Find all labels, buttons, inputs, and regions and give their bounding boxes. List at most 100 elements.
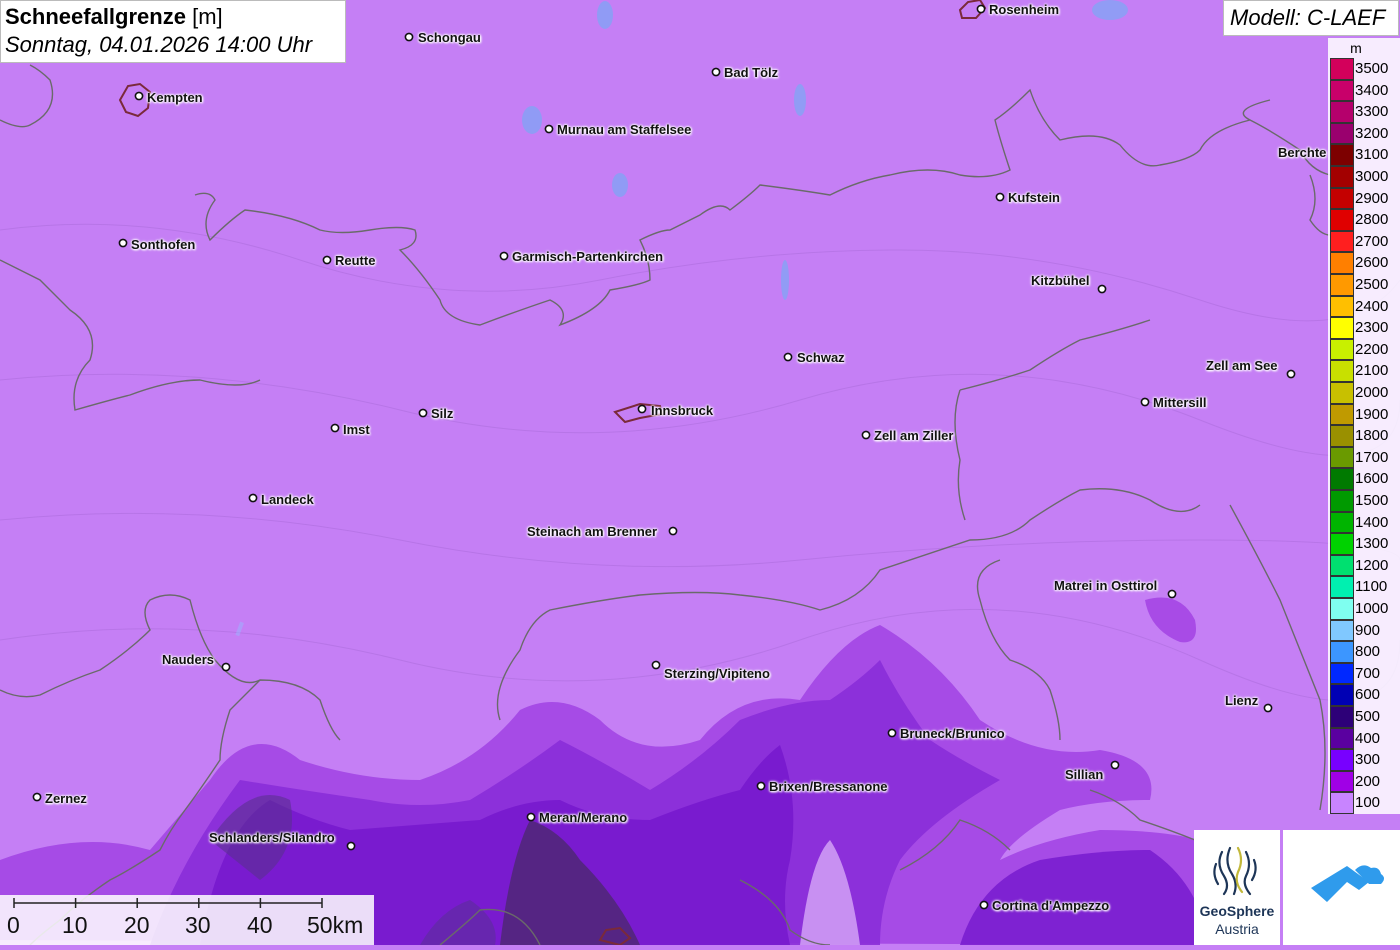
city-label-sillian: Sillian [1065, 767, 1104, 782]
city-label-sterzing-vipiteno: Sterzing/Vipiteno [664, 666, 770, 681]
city-marker-steinach-am-brenner[interactable] [668, 526, 678, 536]
city-marker-murnau-am-staffelsee[interactable] [544, 124, 554, 134]
legend-swatch-1700 [1330, 446, 1354, 469]
city-marker-zell-am-ziller[interactable] [861, 430, 871, 440]
city-marker-landeck[interactable] [248, 493, 258, 503]
legend-label-400: 400 [1355, 729, 1381, 747]
legend-label-3000: 3000 [1355, 168, 1389, 185]
cloud-arrow-logo-icon [1311, 865, 1384, 902]
legend-unit: m [1350, 40, 1362, 56]
scale-label-50km: 50km [307, 912, 364, 938]
city-label-zell-am-see: Zell am See [1206, 358, 1278, 373]
city-marker-lienz[interactable] [1263, 703, 1273, 713]
city-marker-schongau[interactable] [404, 32, 414, 42]
city-label-imst: Imst [343, 422, 370, 437]
legend-label-2300: 2300 [1355, 319, 1389, 337]
city-label-kitzb-hel: Kitzbühel [1031, 273, 1090, 288]
legend-label-3200: 3200 [1355, 124, 1389, 142]
city-label-innsbruck: Innsbruck [651, 403, 714, 418]
legend-swatch-2700 [1330, 230, 1354, 253]
legend-swatch-2300 [1330, 317, 1354, 339]
city-marker-kufstein[interactable] [995, 192, 1005, 202]
city-label-bruneck-brunico: Bruneck/Brunico [900, 726, 1005, 741]
legend-swatch-400 [1330, 727, 1354, 750]
legend-label-2700: 2700 [1355, 232, 1389, 250]
legend-swatch-2400 [1330, 295, 1354, 318]
legend-swatch-3200 [1330, 122, 1354, 145]
legend-swatch-300 [1330, 749, 1354, 771]
city-marker-zell-am-see[interactable] [1286, 369, 1296, 379]
legend-label-800: 800 [1355, 643, 1381, 661]
city-label-kempten: Kempten [147, 90, 203, 105]
legend-swatch-1100 [1330, 576, 1354, 598]
city-label-cortina-d-ampezzo: Cortina d'Ampezzo [992, 898, 1110, 913]
city-marker-imst[interactable] [330, 423, 340, 433]
legend-label-2900: 2900 [1355, 189, 1389, 207]
legend-label-900: 900 [1355, 621, 1381, 639]
city-label-steinach-am-brenner: Steinach am Brenner [527, 524, 658, 539]
legend-swatch-1000 [1330, 598, 1354, 620]
city-marker-rosenheim[interactable] [976, 4, 986, 14]
legend-label-1300: 1300 [1355, 535, 1389, 553]
legend-label-2000: 2000 [1355, 384, 1389, 401]
city-marker-garmisch-partenkirchen[interactable] [499, 251, 509, 261]
scale-bar: 0 10 20 30 40 50km [0, 895, 374, 945]
legend-swatch-3100 [1330, 144, 1354, 166]
city-marker-brixen-bressanone[interactable] [756, 781, 766, 791]
snowfall-line-map[interactable] [0, 0, 1400, 945]
city-marker-meran-merano[interactable] [526, 812, 536, 822]
partner-logo[interactable] [1283, 830, 1400, 945]
legend-swatch-2500 [1330, 274, 1354, 296]
city-label-silz: Silz [431, 406, 454, 421]
forecast-datetime: Sonntag, 04.01.2026 14:00 Uhr [5, 32, 313, 57]
legend-swatch-2800 [1330, 209, 1354, 231]
scale-label-40: 40 [247, 912, 273, 938]
legend-swatch-600 [1330, 684, 1354, 706]
geosphere-logo-sub: Austria [1215, 921, 1259, 937]
legend-label-1400: 1400 [1355, 513, 1389, 531]
city-marker-nauders[interactable] [221, 662, 231, 672]
city-marker-silz[interactable] [418, 408, 428, 418]
city-marker-kempten[interactable] [134, 91, 144, 101]
legend-swatch-1200 [1330, 554, 1354, 577]
legend-swatch-1600 [1330, 468, 1354, 490]
legend-swatch-3000 [1330, 166, 1354, 188]
geosphere-emblem-icon [1213, 846, 1257, 896]
city-marker-schlanders-silandro[interactable] [346, 841, 356, 851]
city-marker-reutte[interactable] [322, 255, 332, 265]
city-marker-bad-t-lz[interactable] [711, 67, 721, 77]
city-marker-kitzb-hel[interactable] [1097, 284, 1107, 294]
city-marker-sonthofen[interactable] [118, 238, 128, 248]
city-marker-sillian[interactable] [1110, 760, 1120, 770]
legend-label-1100: 1100 [1355, 578, 1388, 596]
city-label-berchte: Berchte [1278, 145, 1327, 160]
geosphere-austria-logo[interactable]: GeoSphere Austria [1194, 830, 1280, 945]
city-marker-mittersill[interactable] [1140, 397, 1150, 407]
color-legend: m 3500 3400 3300 3200 3100 3000 2900 2800 2700 26… [1328, 38, 1400, 814]
legend-label-3400: 3400 [1355, 81, 1389, 99]
legend-swatch-3400 [1330, 79, 1354, 102]
city-marker-bruneck-brunico[interactable] [887, 728, 897, 738]
legend-label-2400: 2400 [1355, 297, 1389, 315]
legend-label-3100: 3100 [1355, 146, 1389, 164]
legend-swatch-900 [1330, 619, 1354, 642]
city-label-zell-am-ziller: Zell am Ziller [874, 428, 954, 443]
model-label: Modell: C-LAEF [1223, 0, 1399, 36]
city-marker-innsbruck[interactable] [637, 404, 647, 414]
city-marker-schwaz[interactable] [783, 352, 793, 362]
legend-swatch-2200 [1330, 338, 1354, 361]
scale-label-0: 0 [7, 912, 20, 938]
city-marker-cortina-d-ampezzo[interactable] [979, 900, 989, 910]
scale-label-30: 30 [185, 912, 211, 938]
legend-swatch-2000 [1330, 382, 1354, 404]
city-marker-matrei-in-osttirol[interactable] [1167, 589, 1177, 599]
city-marker-zernez[interactable] [32, 792, 42, 802]
city-marker-sterzing-vipiteno[interactable] [651, 660, 661, 670]
city-label-brixen-bressanone: Brixen/Bressanone [769, 779, 888, 794]
legend-swatch-2100 [1330, 360, 1354, 382]
legend-label-600: 600 [1355, 686, 1381, 704]
legend-label-2600: 2600 [1355, 254, 1389, 272]
legend-swatch-1800 [1330, 425, 1354, 447]
legend-label-3300: 3300 [1355, 103, 1389, 121]
legend-label-300: 300 [1355, 751, 1381, 769]
